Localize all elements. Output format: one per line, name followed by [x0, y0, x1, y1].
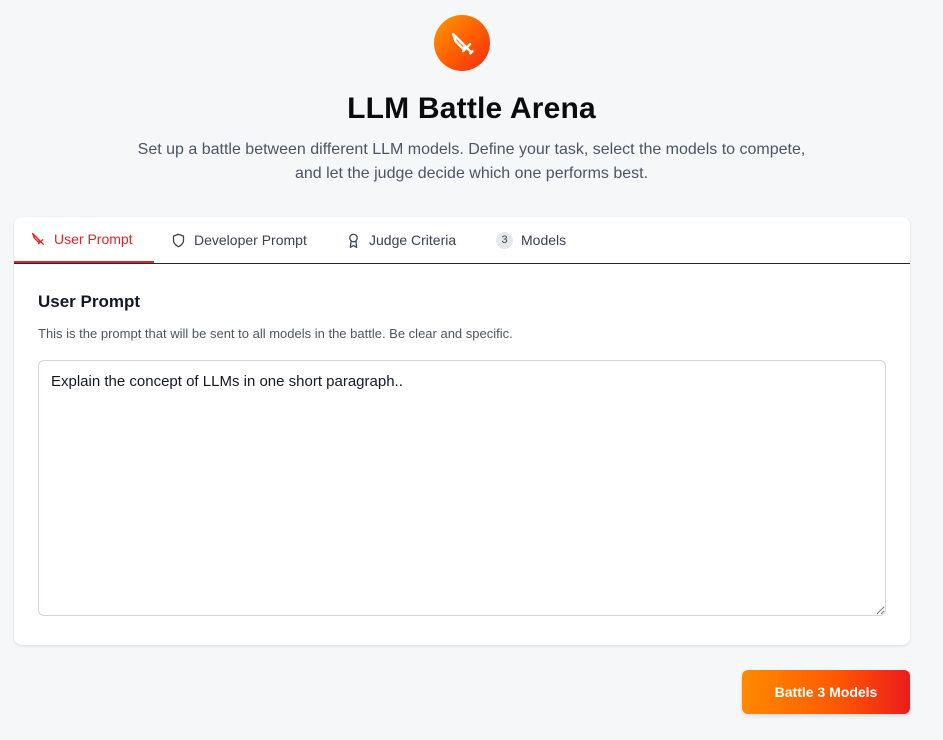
sword-icon	[452, 33, 474, 55]
user-prompt-textarea[interactable]: Explain the concept of LLMs in one short…	[38, 360, 886, 616]
tab-user-prompt[interactable]: User Prompt	[14, 217, 154, 263]
sword-icon	[30, 231, 46, 247]
tab-judge-criteria[interactable]: Judge Criteria	[346, 217, 456, 263]
models-count-badge: 3	[496, 231, 513, 249]
tab-label: Judge Criteria	[369, 232, 457, 248]
battle-button[interactable]: Battle 3 Models	[742, 670, 910, 714]
section-description: This is the prompt that will be sent to …	[38, 326, 513, 341]
app-logo	[434, 15, 490, 71]
shield-icon	[171, 233, 186, 248]
battle-setup-card: User Prompt Developer Prompt Judge Crite…	[14, 217, 910, 645]
tab-label: User Prompt	[54, 231, 133, 247]
page-subtitle: Set up a battle between different LLM mo…	[137, 141, 806, 182]
tab-models[interactable]: 3 Models	[496, 217, 566, 263]
tab-developer-prompt[interactable]: Developer Prompt	[171, 217, 307, 263]
tab-bar: User Prompt Developer Prompt Judge Crite…	[14, 217, 910, 264]
tab-label: Models	[521, 232, 567, 248]
section-title: User Prompt	[38, 292, 141, 311]
page-title: LLM Battle Arena	[347, 92, 596, 125]
award-icon	[346, 233, 361, 248]
tab-label: Developer Prompt	[194, 232, 307, 248]
